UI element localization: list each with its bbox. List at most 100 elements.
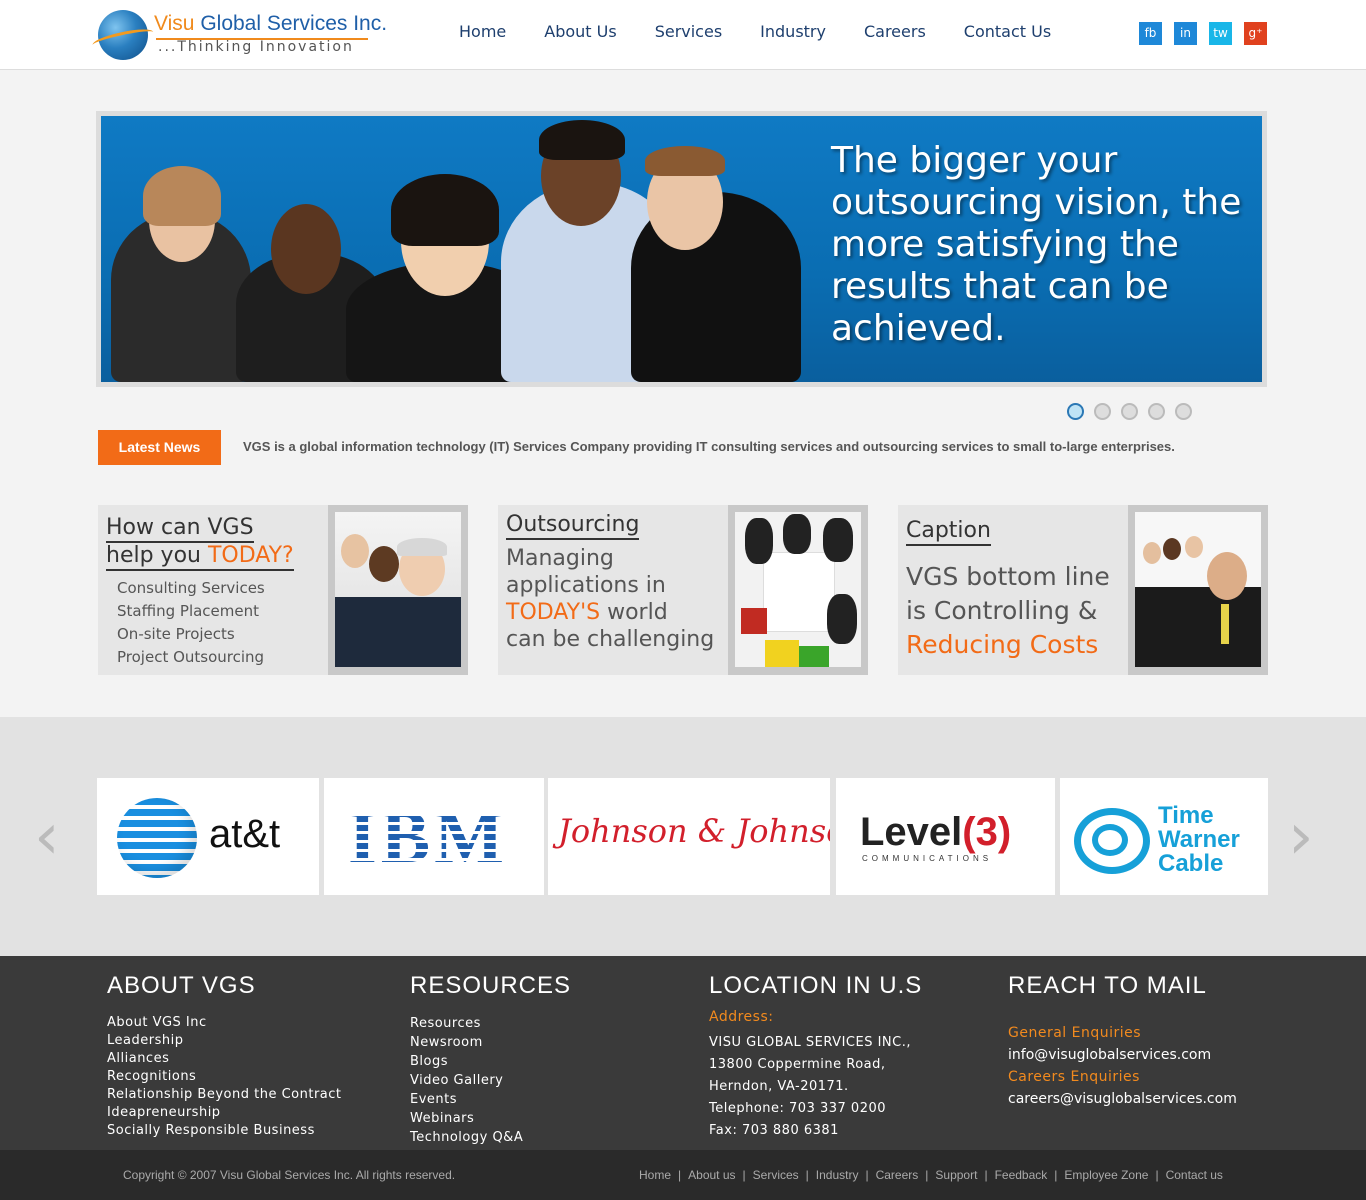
twc-line: Cable: [1158, 850, 1224, 877]
linkedin-icon[interactable]: in: [1174, 22, 1197, 45]
careers-email-link[interactable]: careers@visuglobalservices.com: [1008, 1088, 1237, 1110]
footer-link[interactable]: Webinars: [410, 1109, 571, 1128]
bottom-link-feedback[interactable]: Feedback: [995, 1168, 1048, 1182]
card-text: VGS bottom line is Controlling & Reducin…: [906, 560, 1110, 662]
twitter-icon[interactable]: tw: [1209, 22, 1232, 45]
nav-contact-us[interactable]: Contact Us: [964, 22, 1051, 41]
footer-link[interactable]: Resources: [410, 1014, 571, 1033]
footer-link[interactable]: Newsroom: [410, 1033, 571, 1052]
slider-dot-2[interactable]: [1094, 403, 1111, 420]
footer-link[interactable]: Relationship Beyond the Contract: [107, 1086, 342, 1104]
list-item[interactable]: Staffing Placement: [117, 600, 265, 623]
footer-mail-column: REACH TO MAIL General Enquiries info@vis…: [1008, 972, 1237, 1110]
footer-location-column: LOCATION IN U.S Address: VISU GLOBAL SER…: [709, 972, 922, 1142]
card-title-line2-plain: help you: [106, 543, 208, 568]
bottom-bar: Copyright © 2007 Visu Global Services In…: [0, 1150, 1366, 1200]
separator: |: [1155, 1168, 1159, 1182]
footer-link[interactable]: Recognitions: [107, 1068, 342, 1086]
site-footer: ABOUT VGS About VGS Inc Leadership Allia…: [0, 956, 1366, 1150]
client-logo-level3[interactable]: Level(3) COMMUNICATIONS: [836, 778, 1055, 895]
level3-logo: Level(3): [860, 810, 1011, 855]
list-item[interactable]: Project Outsourcing: [117, 646, 265, 669]
footer-heading: RESOURCES: [410, 972, 572, 999]
logo-name: Visu Global Services Inc.: [154, 12, 387, 36]
site-logo[interactable]: Visu Global Services Inc. ...Thinking In…: [98, 8, 387, 62]
address-label: Address:: [709, 1009, 774, 1025]
nav-services[interactable]: Services: [655, 22, 722, 41]
telephone: Telephone: 703 337 0200: [709, 1101, 887, 1116]
main-nav: Home About Us Services Industry Careers …: [440, 22, 1070, 41]
slider-dot-4[interactable]: [1148, 403, 1165, 420]
footer-link[interactable]: Technology Q&A: [410, 1128, 571, 1147]
level3-logo-text: Level: [860, 810, 963, 854]
footer-heading: LOCATION IN U.S: [709, 972, 923, 999]
bottom-link-contact[interactable]: Contact us: [1166, 1168, 1223, 1182]
att-globe-icon: [117, 798, 197, 878]
client-logo-att[interactable]: at&t: [97, 778, 319, 895]
card-title-line2: help you TODAY?: [106, 543, 294, 571]
footer-link[interactable]: Leadership: [107, 1032, 342, 1050]
card-how-can-vgs-help: How can VGS help you TODAY? Consulting S…: [98, 505, 468, 675]
nav-industry[interactable]: Industry: [760, 22, 826, 41]
separator: |: [1054, 1168, 1058, 1182]
footer-link[interactable]: About VGS Inc: [107, 1014, 342, 1032]
footer-heading: REACH TO MAIL: [1008, 972, 1207, 999]
facebook-icon[interactable]: fb: [1139, 22, 1162, 45]
bottom-link-industry[interactable]: Industry: [816, 1168, 859, 1182]
hero-people-image: [101, 116, 801, 382]
bottom-link-about[interactable]: About us: [688, 1168, 735, 1182]
client-logo-time-warner-cable[interactable]: Time Warner Cable: [1060, 778, 1268, 895]
client-logo-johnson-johnson[interactable]: Johnson & Johnson: [548, 778, 830, 895]
business-team-photo: [335, 512, 461, 667]
separator: |: [805, 1168, 809, 1182]
card-text-rest: world: [600, 600, 668, 625]
list-item[interactable]: Consulting Services: [117, 577, 265, 600]
slider-dot-1[interactable]: [1067, 403, 1084, 420]
level3-logo-number: (3): [962, 810, 1012, 854]
bottom-link-services[interactable]: Services: [753, 1168, 799, 1182]
card-caption: Caption VGS bottom line is Controlling &…: [898, 505, 1268, 675]
bottom-link-home[interactable]: Home: [639, 1168, 671, 1182]
hero-headline: The bigger your outsourcing vision, the …: [831, 140, 1242, 349]
general-email-link[interactable]: info@visuglobalservices.com: [1008, 1044, 1237, 1066]
level3-logo-subtext: COMMUNICATIONS: [862, 854, 993, 863]
services-list: Consulting Services Staffing Placement O…: [117, 577, 265, 669]
card-title-line1: How can VGS: [106, 515, 254, 543]
att-logo-text: at&t: [209, 812, 281, 856]
footer-link[interactable]: Video Gallery: [410, 1071, 571, 1090]
logo-name-rest: Global Services Inc.: [194, 12, 388, 35]
card-text-line: is Controlling &: [906, 596, 1098, 625]
card-text-line: TODAY'S world: [506, 599, 714, 626]
slider-dot-5[interactable]: [1175, 403, 1192, 420]
twc-line: Time: [1158, 802, 1214, 829]
nav-home[interactable]: Home: [459, 22, 506, 41]
google-plus-icon[interactable]: g⁺: [1244, 22, 1267, 45]
latest-news-button[interactable]: Latest News: [98, 430, 221, 465]
client-logo-ibm[interactable]: IBM: [324, 778, 544, 895]
bottom-link-careers[interactable]: Careers: [876, 1168, 919, 1182]
card-text-line: Managing: [506, 546, 614, 571]
card-outsourcing: Outsourcing Managing applications in TOD…: [498, 505, 868, 675]
footer-link[interactable]: Ideapreneurship: [107, 1104, 342, 1122]
footer-link[interactable]: Events: [410, 1090, 571, 1109]
careers-enquiries-label: Careers Enquiries: [1008, 1069, 1140, 1085]
list-item[interactable]: On-site Projects: [117, 623, 265, 646]
separator: |: [984, 1168, 988, 1182]
bottom-link-employee-zone[interactable]: Employee Zone: [1064, 1168, 1148, 1182]
slider-dot-3[interactable]: [1121, 403, 1138, 420]
footer-link[interactable]: Alliances: [107, 1050, 342, 1068]
nav-about-us[interactable]: About Us: [544, 22, 616, 41]
hero-slide[interactable]: The bigger your outsourcing vision, the …: [101, 116, 1262, 382]
footer-link[interactable]: Blogs: [410, 1052, 571, 1071]
bottom-link-support[interactable]: Support: [935, 1168, 977, 1182]
footer-about-column: ABOUT VGS About VGS Inc Leadership Allia…: [107, 972, 342, 1140]
general-enquiries-label: General Enquiries: [1008, 1025, 1142, 1041]
news-ticker-text[interactable]: VGS is a global information technology (…: [243, 439, 1175, 454]
card-text-line: can be challenging: [506, 627, 715, 652]
nav-careers[interactable]: Careers: [864, 22, 926, 41]
address-line: VISU GLOBAL SERVICES INC.,: [709, 1035, 911, 1050]
separator: |: [865, 1168, 869, 1182]
carousel-next-arrow-icon[interactable]: ›: [1288, 805, 1314, 869]
carousel-prev-arrow-icon[interactable]: ‹: [34, 805, 60, 869]
footer-link[interactable]: Socially Responsible Business: [107, 1122, 342, 1140]
